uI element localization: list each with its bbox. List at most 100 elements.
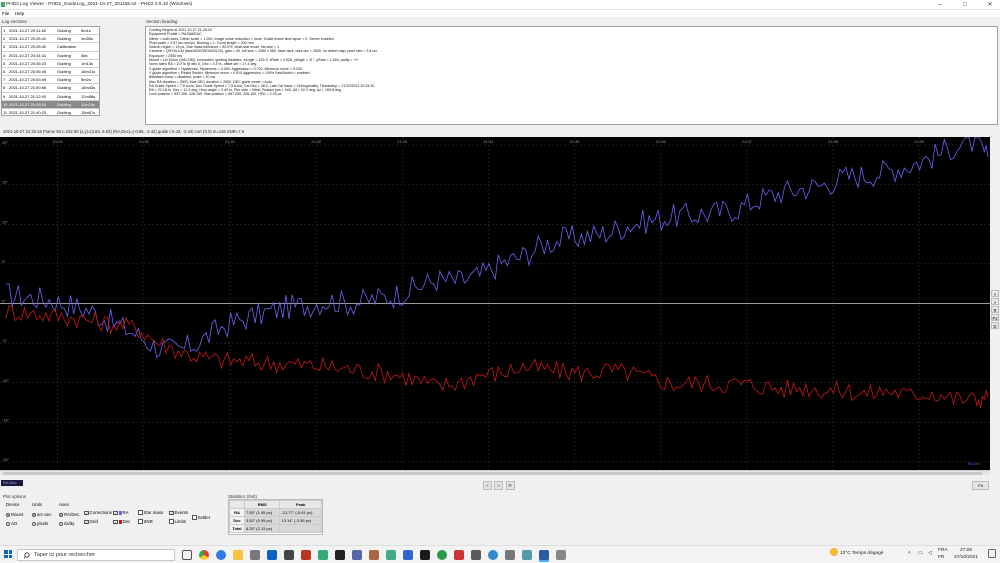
menu-file[interactable]: File <box>0 10 11 17</box>
tray-chevron-icon[interactable]: ˄ <box>908 551 911 556</box>
app-icon-11[interactable] <box>454 550 464 560</box>
device-mount-radio[interactable]: Mount <box>6 512 23 518</box>
nav-reset-button[interactable]: R <box>505 481 515 490</box>
app-icon-6[interactable] <box>369 550 379 560</box>
graph-scrollbar[interactable] <box>0 470 990 475</box>
x-tick-label: 21:32 <box>311 139 322 144</box>
log-section-cell-n: 3 <box>3 44 6 50</box>
app-icon-15[interactable] <box>522 550 532 560</box>
app-icon-7[interactable] <box>386 550 396 560</box>
log-section-row[interactable]: 3 2021-10-27 20:28:40 Calibration <box>2 43 99 52</box>
network-icon[interactable]: ▭ <box>918 551 923 556</box>
corrections-checkbox[interactable]: ✓Corrections <box>84 510 112 516</box>
y-tick-label: -5" <box>2 338 8 343</box>
maximize-button[interactable]: □ <box>960 1 970 9</box>
y-tick-label: -20" <box>2 457 10 462</box>
app-icon-10[interactable] <box>437 550 447 560</box>
guide-graph-svg[interactable]: 20" 15" 10" 5" 0" -5" -10" -15" -20" 21:29 21:30 21… <box>0 137 990 470</box>
units-arcsec-radio[interactable]: arc-sec <box>32 512 51 518</box>
series-line-dec <box>5 304 989 409</box>
store-icon[interactable] <box>250 550 260 560</box>
checkbox-unchecked-icon <box>169 519 174 524</box>
x-tick-label: 21:39 <box>914 139 925 144</box>
guide-graph[interactable]: 20" 15" 10" 5" 0" -5" -10" -15" -20" 21:29 21:30 21… <box>0 137 990 470</box>
star-mass-checkbox[interactable]: Star mass <box>138 510 163 516</box>
app-icon-2[interactable] <box>301 550 311 560</box>
log-section-cell-date: 2021-10-27 20:53:49 <box>9 77 47 83</box>
device-ao-radio[interactable]: AO <box>6 521 17 527</box>
axes-dxdy-radio[interactable]: dx/dy <box>59 521 75 527</box>
mail-icon[interactable] <box>267 550 277 560</box>
app-icon-4[interactable] <box>335 550 345 560</box>
app-icon-16[interactable] <box>556 550 566 560</box>
section-heading-line: Lock position = 597.206, 328.159, Star p… <box>149 92 282 97</box>
section-heading-label: Section heading <box>146 19 178 24</box>
nav-prev-button[interactable]: < <box>483 481 492 490</box>
windows-start-icon[interactable] <box>4 550 12 558</box>
app-icon-9[interactable] <box>420 550 430 560</box>
log-section-row[interactable]: 2 2021-10-27 20:26:41 Guiding 1m35s <box>2 35 99 44</box>
log-section-row[interactable]: 11 2021-10-27 21:40:23 Guiding 15m57s <box>2 109 99 115</box>
y-tick-label: 20" <box>2 140 8 145</box>
graph-scrollbar-thumb[interactable] <box>3 472 982 475</box>
lang-top[interactable]: FRA <box>938 548 948 553</box>
log-section-row[interactable]: 8 2021-10-27 21:00:56 Guiding 18m43s <box>2 84 99 93</box>
log-section-row[interactable]: 6 2021-10-27 20:36:45 Guiding 16m31s <box>2 68 99 77</box>
file-explorer-icon[interactable] <box>233 550 243 560</box>
search-icon <box>23 552 30 559</box>
app-icon-13[interactable] <box>488 550 498 560</box>
menu-help[interactable]: Help <box>13 10 26 17</box>
log-section-row[interactable]: 9 2021-10-27 21:12:00 Guiding 12m58s <box>2 93 99 101</box>
volume-icon[interactable]: ◁ <box>928 551 932 556</box>
task-view-icon[interactable] <box>182 550 192 560</box>
log-section-cell-n: 6 <box>3 68 6 74</box>
log-section-cell-dur: 18m43s <box>81 85 96 91</box>
log-section-cell-type: Calibration <box>57 44 77 50</box>
chrome-icon[interactable] <box>199 550 209 560</box>
log-section-row[interactable]: 10 2021-10-27 21:28:24 Guiding 11m24s <box>2 100 99 109</box>
chart-status-line: 2021-10-27 21:32:16 Frame 93 t=232.60 (x… <box>3 129 245 134</box>
log-section-row[interactable]: 5 2021-10-27 20:35:23 Guiding 1m13s <box>2 60 99 68</box>
close-button[interactable]: ✕ <box>985 1 995 9</box>
nav-next-button[interactable]: > <box>494 481 504 490</box>
events-checkbox[interactable]: ✓Events <box>169 510 188 516</box>
dec-button[interactable]: D <box>991 322 999 329</box>
app-icon-14[interactable] <box>505 550 515 560</box>
app-icon-1[interactable] <box>284 550 294 560</box>
checkbox-unchecked-icon <box>138 510 143 515</box>
fit-button[interactable]: Fit <box>972 481 989 490</box>
dec-checkbox[interactable]: ✓ Dec <box>113 519 130 525</box>
app-icon-3[interactable] <box>318 550 328 560</box>
grid-checkbox[interactable]: ✓Grid <box>84 519 98 525</box>
log-section-cell-dur: 15m57s <box>81 109 96 115</box>
clock-time[interactable]: 27:06 <box>960 548 972 553</box>
app-icon-8[interactable] <box>403 550 413 560</box>
taskbar: Taper ici pour rechercher 13°C Temps dég… <box>0 545 1000 563</box>
x-tick-label: 21:35 <box>570 139 581 144</box>
log-section-cell-date: 2021-10-27 21:40:23 <box>9 109 47 115</box>
p2-button[interactable]: P2 <box>991 314 999 321</box>
settler-checkbox[interactable]: Settler <box>192 515 210 521</box>
ra-checkbox[interactable]: ✓ RA <box>113 510 129 516</box>
reset-button[interactable]: R <box>991 306 999 313</box>
snr-checkbox[interactable]: SNR <box>138 519 153 525</box>
log-section-row[interactable]: 7 2021-10-27 20:53:49 Guiding 5m2s <box>2 76 99 85</box>
app-icon-12[interactable] <box>471 550 481 560</box>
notification-icon[interactable] <box>988 549 996 558</box>
units-pixels-radio[interactable]: pixels <box>32 521 48 527</box>
log-section-row[interactable]: 4 2021-10-27 20:34:31 Guiding 46s <box>2 52 99 60</box>
scroll-right-button[interactable]: > <box>991 298 999 305</box>
log-section-row[interactable]: 1 2021-10-27 20:11:46 Guiding 5m1s <box>2 27 99 36</box>
edge-icon[interactable] <box>216 550 226 560</box>
taskbar-search-input[interactable]: Taper ici pour rechercher <box>17 549 175 561</box>
weather-text[interactable]: 13°C Temps dégagé <box>840 551 883 556</box>
clock-date[interactable]: 27/10/2021 <box>954 555 978 560</box>
log-section-cell-type: Guiding <box>57 60 71 66</box>
app-icon-5[interactable] <box>352 550 362 560</box>
lang-bottom[interactable]: FR <box>938 555 944 560</box>
scroll-left-button[interactable]: < <box>991 290 999 297</box>
minimize-button[interactable]: – <box>935 1 945 9</box>
phd2-log-viewer-taskbar-icon[interactable] <box>539 550 549 560</box>
limits-checkbox[interactable]: Limits <box>169 519 186 525</box>
axes-radec-radio[interactable]: RA/Dec <box>59 512 79 518</box>
